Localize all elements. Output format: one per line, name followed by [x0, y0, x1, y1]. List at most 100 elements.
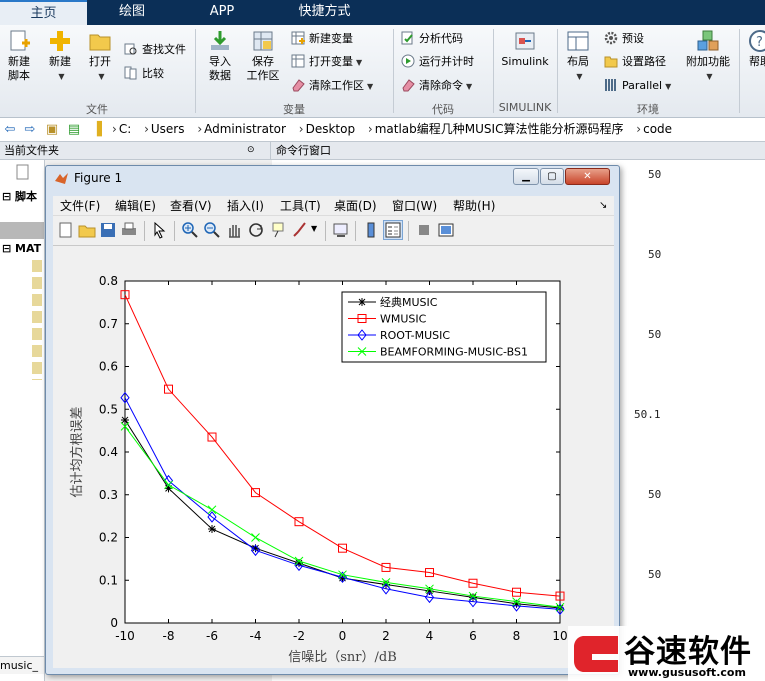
save-workspace-button[interactable]: 保存 工作区: [243, 29, 283, 83]
chevron-down-icon[interactable]: ▼: [311, 224, 317, 233]
x-tick-label: -8: [163, 629, 175, 643]
import-data-button[interactable]: 导入 数据: [201, 29, 239, 83]
up-folder-icon[interactable]: ▣: [44, 122, 60, 138]
tab-shortcuts[interactable]: 快捷方式: [268, 0, 381, 25]
run-and-time-button[interactable]: 运行并计时: [401, 53, 474, 71]
section-mat[interactable]: ⊟ MAT: [2, 242, 41, 255]
x-tick-label: 4: [426, 629, 434, 643]
dock-arrow-icon[interactable]: ↘: [599, 196, 607, 216]
open-button[interactable]: 打开 ▼: [82, 29, 118, 84]
back-arrow-icon[interactable]: ⇦: [2, 122, 18, 138]
legend-icon[interactable]: [383, 220, 403, 240]
find-files-button[interactable]: 查找文件: [124, 41, 186, 59]
section-scripts[interactable]: ⊟ 脚本: [2, 188, 37, 204]
open-file-icon[interactable]: [78, 221, 96, 239]
menu-edit[interactable]: 编辑(E): [115, 196, 156, 216]
line-chart[interactable]: -10 -8 -6 -4 -2 0 2 4 6 8 10 0 0.1 0.2 0.3 0.4 0.5 0.6 0.7…: [53, 246, 614, 668]
analyze-code-button[interactable]: 分析代码: [401, 30, 463, 48]
folder-icon: [89, 34, 111, 51]
forward-arrow-icon[interactable]: ⇨: [22, 122, 38, 138]
plus-icon: [50, 31, 70, 51]
group-label-file: 文件: [86, 103, 108, 116]
new-label: 新建: [49, 55, 71, 68]
legend-label-1: WMUSIC: [380, 313, 427, 326]
file-icon: [16, 164, 29, 180]
figure-window[interactable]: Figure 1 ▁ ▢ ✕ 文件(F) 编辑(E) 查看(V) 插入(I) 工…: [45, 165, 620, 675]
simulink-button[interactable]: Simulink: [498, 29, 552, 69]
layout-button[interactable]: 布局 ▼: [561, 29, 595, 84]
preferences-button[interactable]: 预设: [604, 30, 644, 48]
clear-workspace-button[interactable]: 清除工作区 ▼: [291, 77, 373, 95]
clear-workspace-label: 清除工作区: [309, 79, 364, 92]
mat-file-icons: [32, 260, 42, 380]
menu-help[interactable]: 帮助(H): [453, 196, 495, 216]
new-script-icon: [10, 30, 30, 51]
parallel-button[interactable]: Parallel ▼: [604, 77, 671, 95]
brush-icon[interactable]: [291, 221, 309, 239]
minimize-button[interactable]: ▁: [513, 168, 539, 185]
figure-canvas[interactable]: -10 -8 -6 -4 -2 0 2 4 6 8 10 0 0.1 0.2 0.3 0.4 0.5 0.6 0.7…: [53, 246, 614, 668]
pan-hand-icon[interactable]: [225, 221, 243, 239]
menu-window[interactable]: 窗口(W): [392, 196, 437, 216]
current-folder-pane[interactable]: ⊟ 脚本 ⊟ MAT music_: [0, 160, 45, 681]
open-variable-icon: [291, 54, 305, 68]
breadcrumb-item[interactable]: Users: [151, 122, 185, 136]
collapse-icon: ⊟: [2, 190, 16, 203]
menu-view[interactable]: 查看(V): [170, 196, 212, 216]
new-script-button[interactable]: 新建 脚本: [2, 29, 36, 83]
menu-tools[interactable]: 工具(T): [280, 196, 321, 216]
chevron-down-icon: ▼: [98, 72, 105, 81]
rotate-3d-icon[interactable]: [247, 221, 265, 239]
colorbar-icon[interactable]: [362, 221, 380, 239]
import-data-label-2: 数据: [209, 69, 231, 82]
group-label-variable: 变量: [283, 103, 305, 116]
breadcrumb-item[interactable]: matlab编程几种MUSIC算法性能分析源码程序: [375, 122, 624, 136]
zoom-in-icon[interactable]: [181, 221, 199, 239]
clear-commands-button[interactable]: 清除命令 ▼: [401, 77, 472, 95]
addons-button[interactable]: 附加功能 ▼: [684, 29, 732, 84]
zoom-out-icon[interactable]: [203, 221, 221, 239]
print-icon[interactable]: [120, 221, 138, 239]
browse-folder-icon[interactable]: ▤: [66, 122, 82, 138]
link-plot-icon[interactable]: [332, 221, 350, 239]
menu-insert[interactable]: 插入(I): [227, 196, 264, 216]
open-variable-button[interactable]: 打开变量 ▼: [291, 53, 362, 71]
compare-label: 比较: [142, 67, 164, 80]
output-line: 50: [648, 328, 662, 341]
show-plot-tools-icon[interactable]: [437, 221, 455, 239]
save-icon[interactable]: [99, 221, 117, 239]
set-path-button[interactable]: 设置路径: [604, 53, 666, 71]
tab-home[interactable]: 主页: [0, 0, 87, 25]
menu-desktop[interactable]: 桌面(D): [334, 196, 377, 216]
maximize-button[interactable]: ▢: [540, 168, 564, 185]
help-label: 帮助: [749, 55, 765, 68]
new-variable-button[interactable]: 新建变量: [291, 30, 353, 48]
x-tick-label: -6: [206, 629, 218, 643]
current-folder-title: 当前文件夹: [4, 144, 59, 157]
save-workspace-icon: [253, 31, 273, 51]
hide-plot-tools-icon[interactable]: [415, 221, 433, 239]
address-bar: ⇦ ⇨ ▣ ▤ ▌ › C: › Users › Administrator › Des…: [0, 118, 765, 142]
new-figure-icon[interactable]: [57, 221, 75, 239]
breadcrumb-item[interactable]: Desktop: [306, 122, 356, 136]
x-tick-label: -4: [250, 629, 262, 643]
output-line: 50: [648, 568, 662, 581]
close-button[interactable]: ✕: [565, 168, 610, 185]
menu-file[interactable]: 文件(F): [60, 196, 100, 216]
compare-button[interactable]: 比较: [124, 65, 164, 83]
parallel-icon: [605, 79, 616, 91]
run-time-icon: [401, 54, 415, 68]
folder-icon: ▌: [97, 122, 107, 137]
chevron-down-icon: ▼: [356, 58, 363, 67]
tab-apps[interactable]: APP: [178, 0, 266, 25]
help-button[interactable]: ? 帮助: [745, 29, 765, 69]
breadcrumb-item[interactable]: Administrator: [204, 122, 286, 136]
breadcrumb-item[interactable]: code: [643, 122, 672, 136]
tab-plots[interactable]: 绘图: [88, 0, 176, 25]
panel-menu-icon[interactable]: ⊙: [247, 142, 255, 159]
breadcrumb-item[interactable]: C:: [119, 122, 131, 136]
data-cursor-icon[interactable]: [269, 221, 287, 239]
pointer-icon[interactable]: [151, 221, 169, 239]
new-button[interactable]: 新建 ▼: [42, 29, 78, 84]
selected-file-row[interactable]: [0, 222, 44, 239]
